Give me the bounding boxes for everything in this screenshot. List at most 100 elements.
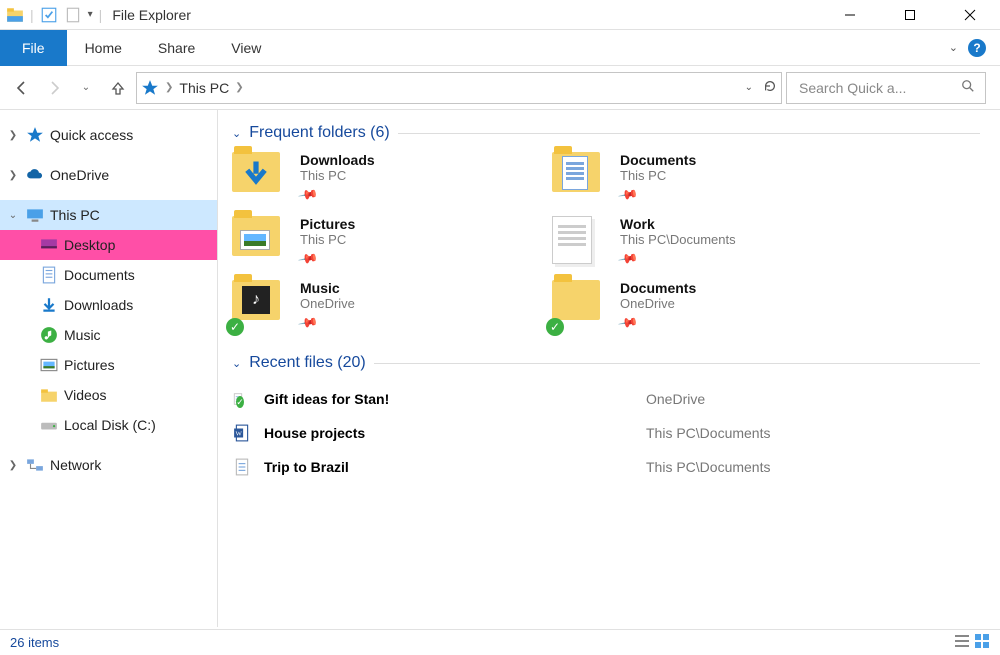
frequent-folder[interactable]: DownloadsThis PC📌 [232,152,552,204]
chevron-down-icon[interactable]: ⌄ [232,127,241,140]
ribbon: File Home Share View ⌄ ? [0,30,1000,66]
details-view-button[interactable] [954,633,970,652]
minimize-button[interactable] [820,0,880,30]
forward-button[interactable] [40,74,68,102]
section-title: Recent files [249,354,333,371]
folder-name: Pictures [300,216,355,232]
breadcrumb-separator-icon[interactable]: ❯ [235,82,243,93]
section-divider [374,363,980,364]
svg-text:W: W [235,430,242,437]
frequent-folder[interactable]: WorkThis PC\Documents📌 [552,216,872,268]
recent-locations-button[interactable]: ⌄ [72,74,100,102]
pin-icon[interactable]: 📌 [297,248,319,270]
file-path: This PC\Documents [646,459,770,475]
close-button[interactable] [940,0,1000,30]
recent-file[interactable]: ✓Gift ideas for Stan!OneDrive [232,382,980,416]
recent-files-header[interactable]: ⌄ Recent files (20) [232,354,980,372]
folder-thumb [232,152,288,204]
tree-desktop[interactable]: Desktop [0,230,217,260]
picture-icon [40,356,58,374]
folder-location: This PC [620,168,696,183]
pin-icon[interactable]: 📌 [297,184,319,206]
sync-badge-icon: ✓ [226,318,244,336]
refresh-button[interactable] [763,79,777,96]
tab-view[interactable]: View [213,30,279,66]
tab-home[interactable]: Home [67,30,140,66]
help-icon[interactable]: ? [968,39,986,57]
large-icons-view-button[interactable] [974,633,990,652]
document-icon [40,266,58,284]
frequent-folder[interactable]: PicturesThis PC📌 [232,216,552,268]
frequent-folder[interactable]: DocumentsThis PC📌 [552,152,872,204]
section-count: 6 [376,124,385,141]
pin-icon[interactable]: 📌 [617,184,639,206]
breadcrumb-this-pc[interactable]: This PC [179,80,229,96]
search-box[interactable] [786,72,986,104]
tree-downloads[interactable]: Downloads [0,290,217,320]
tree-label: Documents [64,267,135,283]
pin-icon[interactable]: 📌 [297,312,319,334]
tree-pictures[interactable]: Pictures [0,350,217,380]
file-name: House projects [264,425,634,441]
back-button[interactable] [8,74,36,102]
chevron-right-icon[interactable]: ❯ [6,460,20,471]
folder-location: This PC\Documents [620,232,736,247]
recent-file[interactable]: Trip to BrazilThis PC\Documents [232,450,980,484]
pin-icon[interactable]: 📌 [617,312,639,334]
navigation-row: ⌄ ❯ This PC ❯ ⌄ [0,66,1000,110]
ribbon-collapse-icon[interactable]: ⌄ [949,41,958,54]
tree-onedrive[interactable]: ❯ OneDrive [0,160,217,190]
titlebar-divider: | [30,7,34,23]
tree-label: Desktop [64,237,115,253]
folder-location: This PC [300,168,375,183]
tree-videos[interactable]: Videos [0,380,217,410]
file-type-icon: ✓ [232,390,252,408]
pin-icon[interactable]: 📌 [617,248,639,270]
address-dropdown-icon[interactable]: ⌄ [745,82,753,93]
address-bar[interactable]: ❯ This PC ❯ ⌄ [136,72,782,104]
tree-this-pc[interactable]: ⌄ This PC [0,200,217,230]
tab-share[interactable]: Share [140,30,213,66]
status-bar: 26 items [0,629,1000,655]
tree-network[interactable]: ❯ Network [0,450,217,480]
folder-location: OneDrive [620,296,696,311]
folder-name: Work [620,216,736,232]
properties-icon[interactable] [40,6,58,24]
drive-icon [40,416,58,434]
section-count: 20 [343,354,361,371]
qat-dropdown-icon[interactable]: ▾ [88,9,93,20]
folder-icon [40,386,58,404]
chevron-right-icon[interactable]: ❯ [6,130,20,141]
file-tab[interactable]: File [0,30,67,66]
tree-label: Local Disk (C:) [64,417,156,433]
file-name: Gift ideas for Stan! [264,391,634,407]
breadcrumb-separator-icon[interactable]: ❯ [165,82,173,93]
maximize-button[interactable] [880,0,940,30]
tree-label: OneDrive [50,167,109,183]
tree-label: Videos [64,387,107,403]
item-count: 26 items [10,635,59,650]
chevron-right-icon[interactable]: ❯ [6,170,20,181]
tree-local-disk[interactable]: Local Disk (C:) [0,410,217,440]
up-button[interactable] [104,74,132,102]
tree-music[interactable]: Music [0,320,217,350]
new-folder-qat-icon[interactable] [64,6,82,24]
chevron-down-icon[interactable]: ⌄ [232,357,241,370]
frequent-folders-header[interactable]: ⌄ Frequent folders (6) [232,124,980,142]
search-icon [961,79,975,96]
tree-label: Music [64,327,101,343]
frequent-folder[interactable]: ♪✓MusicOneDrive📌 [232,280,552,332]
section-divider [398,133,980,134]
tree-quick-access[interactable]: ❯ Quick access [0,120,217,150]
recent-file[interactable]: WHouse projectsThis PC\Documents [232,416,980,450]
folder-location: This PC [300,232,355,247]
tree-label: Network [50,457,101,473]
cloud-icon [26,166,44,184]
title-bar: | ▾ | File Explorer [0,0,1000,30]
frequent-folder[interactable]: ✓DocumentsOneDrive📌 [552,280,872,332]
folder-name: Documents [620,280,696,296]
download-arrow-icon [40,296,58,314]
tree-documents[interactable]: Documents [0,260,217,290]
search-input[interactable] [797,79,961,97]
chevron-down-icon[interactable]: ⌄ [6,210,20,221]
